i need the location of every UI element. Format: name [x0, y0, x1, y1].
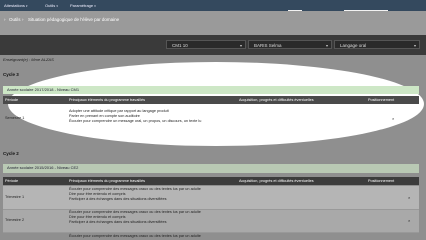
col-elements: Principaux éléments du programme travail… — [69, 98, 145, 102]
class-select-value: CM1 10 — [172, 43, 188, 48]
chevron-right-icon: › — [4, 17, 6, 22]
row-periode: Semestre 1 — [5, 116, 25, 120]
breadcrumb-separator: › — [22, 17, 24, 22]
col-acquisition: Acquisition, progrès et difficultés éven… — [239, 98, 314, 102]
student-select-value: BARIS Selma — [254, 43, 282, 48]
filter-bar: CM1 10 ▾ BARIS Selma ▾ Langage oral ▾ — [0, 35, 426, 55]
cycle2-table-header: Période Principaux éléments du programme… — [3, 177, 419, 185]
col-acquisition: Acquisition, progrès et difficultés éven… — [239, 179, 314, 183]
position-mark: × — [392, 116, 395, 121]
row-element: Écouter pour comprendre un message oral,… — [69, 119, 202, 123]
student-select[interactable]: BARIS Selma ▾ — [248, 40, 332, 49]
col-positionnement: Positionnement — [368, 179, 395, 183]
chevron-down-icon: ▾ — [413, 43, 416, 48]
col-positionnement: Positionnement — [368, 98, 395, 102]
nav-attestations[interactable]: Attestations ▾ — [4, 2, 28, 9]
chevron-down-icon: ▾ — [94, 4, 96, 8]
row-divider — [3, 232, 419, 233]
row-element: Écouter pour comprendre des messages ora… — [69, 234, 201, 238]
breadcrumb-outils[interactable]: Outils — [9, 17, 21, 22]
col-elements: Principaux éléments du programme travail… — [69, 179, 145, 183]
position-mark: × — [408, 218, 411, 223]
teacher-label: Enseignant(e) : Mme ALZAS — [3, 57, 54, 62]
subject-select[interactable]: Langage oral ▾ — [334, 40, 420, 49]
chevron-down-icon: ▾ — [56, 4, 58, 8]
chevron-down-icon: ▾ — [325, 43, 328, 48]
cycle2-panel-heading: Année scolaire 2015/2016 - Niveau CE2 — [3, 164, 419, 173]
highlight-oval — [8, 62, 424, 146]
nav-outils-label: Outils — [45, 3, 56, 8]
chevron-down-icon: ▾ — [26, 4, 28, 8]
table-row — [3, 186, 419, 209]
page-title: Situation pédagogique de l'élève par dom… — [28, 17, 120, 22]
class-select[interactable]: CM1 10 ▾ — [166, 40, 246, 49]
cycle2-title: Cycle 2 — [3, 151, 19, 156]
cycle3-panel-heading: Année scolaire 2017/2018 - Niveau CM1 — [3, 86, 419, 94]
cycle3-table-header: Période Principaux éléments du programme… — [3, 96, 419, 104]
row-periode: Trimestre 2 — [5, 218, 25, 222]
cycle3-title: Cycle 3 — [3, 72, 19, 77]
col-periode: Période — [5, 98, 19, 102]
row-element: Participer à des échanges dans des situa… — [69, 197, 167, 201]
nav-attestations-label: Attestations — [4, 3, 25, 8]
breadcrumb: › Outils › Situation pédagogique de l'él… — [0, 11, 426, 35]
nav-parametrage[interactable]: Paramétrage ▾ — [70, 2, 96, 9]
row-element: Participer à des échanges dans des situa… — [69, 220, 167, 224]
subject-select-value: Langage oral — [340, 43, 367, 48]
row-periode: Trimestre 1 — [5, 195, 25, 199]
nav-outils[interactable]: Outils ▾ — [45, 2, 58, 9]
col-periode: Période — [5, 179, 19, 183]
chevron-down-icon: ▾ — [239, 43, 242, 48]
position-mark: × — [408, 195, 411, 200]
nav-parametrage-label: Paramétrage — [70, 3, 94, 8]
table-row — [3, 210, 419, 232]
